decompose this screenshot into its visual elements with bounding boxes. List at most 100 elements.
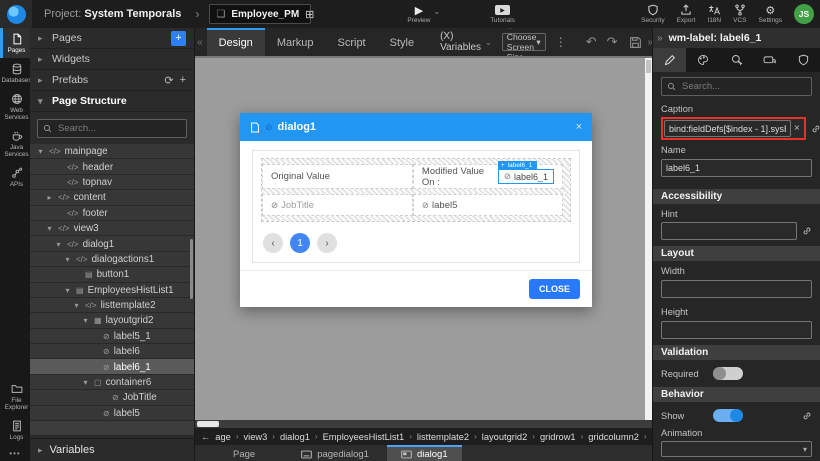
i18n-button[interactable]: I18N [707,4,721,24]
tab-markup[interactable]: Markup [265,28,326,56]
tree-item-topnav[interactable]: </>topnav [30,175,194,190]
show-toggle[interactable] [713,409,743,422]
bind-link-icon[interactable] [802,226,812,236]
refresh-icon[interactable]: ⟳ [164,74,173,87]
tree-item-content[interactable]: ▸</>content [30,190,194,205]
tab-script[interactable]: Script [326,28,378,56]
tree-item-container6[interactable]: ▾▢container6 [30,375,194,390]
tab-security[interactable] [787,48,820,72]
cell-label5[interactable]: ⊘label5 [413,194,563,216]
preview-button[interactable]: ▶ Preview [407,4,430,24]
animation-select[interactable]: ▾ [661,441,812,457]
cell-original-value[interactable]: Original Value [262,164,413,189]
breadcrumb-item[interactable]: gridcolumn2 [588,432,639,442]
selection-badge[interactable]: +label6_1 [498,161,537,170]
tab-pagedialog1[interactable]: pagedialog1 [287,445,383,461]
height-input[interactable] [661,321,812,339]
undo-button[interactable]: ↶ [586,34,597,50]
breadcrumb-item[interactable]: age [215,432,231,442]
tree-item-jobtitle[interactable]: ⊘JobTitle [30,390,194,405]
explorer-scrollbar[interactable] [190,239,193,299]
tree-item-listtemplate2[interactable]: ▾</>listtemplate2 [30,298,194,313]
rail-item-apis[interactable]: APIs [0,162,30,192]
screen-size-select[interactable]: -- Choose Screen Size -- ▾ [502,33,546,51]
rail-item-pages[interactable]: Pages [0,28,30,58]
breadcrumb-item[interactable]: layoutgrid2 [482,432,527,442]
tab-style[interactable]: Style [378,28,426,56]
tree-item-dialog1[interactable]: ▾</>dialog1 [30,236,194,251]
tree-item-header[interactable]: </>header [30,159,194,174]
page-prev-button[interactable]: ‹ [263,233,283,253]
width-input[interactable] [661,280,812,298]
section-pages[interactable]: ▸ Pages + [30,28,194,49]
export-button[interactable]: Export [677,4,696,24]
tree-item-view3[interactable]: ▾</>view3 [30,221,194,236]
tree-item-label5[interactable]: ⊘label5 [30,406,194,421]
settings-button[interactable]: ⚙ Settings [759,4,783,24]
tab-design[interactable]: Design [207,28,265,56]
breadcrumb-back-icon[interactable]: ← [201,432,210,442]
save-button[interactable] [629,36,642,49]
vcs-button[interactable]: VCS [733,4,746,24]
cell-jobtitle[interactable]: ⊘JobTitle [262,194,413,216]
design-canvas[interactable]: ⊘ dialog1 × Original Value Modified Valu… [195,56,652,420]
grid-icon[interactable]: ⊞ [305,8,314,21]
tab-properties[interactable] [653,48,686,72]
chevron-down-icon[interactable]: ⌄ [434,7,441,16]
selected-widget-label6_1[interactable]: +label6_1 ⊘ label6_1 [498,169,554,184]
bind-link-icon[interactable] [802,411,812,421]
required-toggle[interactable] [713,367,743,380]
add-page-button[interactable]: + [171,31,186,46]
tutorials-button[interactable]: ▶ Tutorials [490,4,515,24]
tab-page[interactable]: Page [219,445,269,461]
breadcrumb-item[interactable]: EmployeesHistList1 [323,432,405,442]
rail-item-logs[interactable]: Logs [0,415,30,445]
user-avatar[interactable]: JS [794,4,814,24]
tree-item-dialogactions1[interactable]: ▾</>dialogactions1 [30,252,194,267]
section-widgets[interactable]: ▸ Widgets [30,49,194,70]
canvas-vertical-scrollbar[interactable] [645,58,652,420]
page-tab-employee-pm[interactable]: ❏ Employee_PM ⊞ [209,4,311,24]
rail-item-web-services[interactable]: Web Services [0,88,30,125]
hint-input[interactable] [661,222,797,240]
tab-events[interactable] [720,48,753,72]
section-page-structure[interactable]: ▾ Page Structure [30,91,194,112]
more-options-icon[interactable]: ⋮ [555,35,567,49]
properties-search-input[interactable] [680,80,806,93]
dialog-header[interactable]: ⊘ dialog1 × [240,113,592,141]
tree-item-button1[interactable]: ▤button1 [30,267,194,282]
bind-link-icon[interactable] [811,124,820,134]
layout-grid-widget[interactable]: Original Value Modified Value On : +labe… [261,158,571,222]
tree-item-footer[interactable]: </>footer [30,206,194,221]
breadcrumb-item[interactable]: dialog1 [280,432,310,442]
section-prefabs[interactable]: ▸ Prefabs ⟳ + [30,70,194,91]
close-button[interactable]: CLOSE [529,279,580,299]
tree-item-label6_1-selected[interactable]: ⊘label6_1 [30,359,194,374]
page-number-current[interactable]: 1 [290,233,310,253]
tree-item-layoutgrid2[interactable]: ▾▦layoutgrid2 [30,313,194,328]
structure-search-input[interactable] [56,122,181,135]
tab-dialog1-active[interactable]: dialog1 [387,445,462,461]
close-icon[interactable]: × [576,121,582,133]
tab-styles[interactable] [686,48,719,72]
dialog1-widget[interactable]: ⊘ dialog1 × Original Value Modified Valu… [240,113,592,307]
clear-binding-icon[interactable]: × [791,123,803,134]
collapse-panel-icon[interactable]: » [657,33,663,44]
rail-item-file-explorer[interactable]: File Explorer [0,378,30,415]
page-next-button[interactable]: › [317,233,337,253]
breadcrumb-item[interactable]: listtemplate2 [417,432,469,442]
tab-device[interactable] [753,48,786,72]
tree-item-mainpage[interactable]: ▾</>mainpage [30,144,194,159]
rail-item-java-services[interactable]: Java Services [0,125,30,162]
add-prefab-button[interactable]: + [180,74,186,86]
name-input[interactable] [661,159,812,177]
redo-button[interactable]: ↷ [607,34,618,50]
tree-item-label6[interactable]: ⊘label6 [30,344,194,359]
breadcrumb-item[interactable]: view3 [243,432,267,442]
wavemaker-logo[interactable] [0,0,32,28]
tree-item-label5_1[interactable]: ⊘label5_1 [30,329,194,344]
section-variables[interactable]: ▸ Variables [30,438,194,461]
canvas-horizontal-scrollbar[interactable] [195,420,652,428]
tree-item-employeeshistlist1[interactable]: ▾▤EmployeesHistList1 [30,283,194,298]
rail-item-databases[interactable]: Databases [0,58,30,88]
